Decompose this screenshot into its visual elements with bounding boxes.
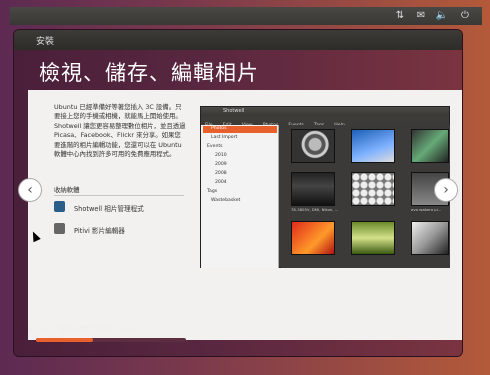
volume-icon[interactable]: 🔈 [434,9,450,23]
shotwell-icon [54,201,65,212]
photo-thumbnail [291,221,335,255]
divider [54,195,184,196]
status-text: 正在下載語言套件 (剩餘 13:03)... [38,325,145,333]
apps-section-title: 收納軟體 [54,186,80,194]
sidebar-item-2009: 2009 [215,162,227,167]
photo-caption: avo wabero pi... [411,207,442,212]
desktop-background: ⇅ ✉ 🔈 ⏻ 安裝 檢視、儲存、編輯相片 Ubuntu 已經準備好等著您插入 … [0,0,490,375]
photo-thumbnail [291,172,335,206]
next-slide-button[interactable]: › [434,178,458,202]
photo-thumbnail [291,129,335,163]
photo-thumbnail [351,172,395,206]
photo-thumbnail [411,129,449,163]
network-icon[interactable]: ⇅ [392,9,408,23]
photo-grid: 78-3805V, DMI, Nikon, ... avo wabero pi.… [281,125,450,268]
sidebar-item-2004: 2004 [215,180,227,185]
sidebar-item-last-import: Last Import [211,135,238,140]
sidebar-item-2010: 2010 [215,153,227,158]
window-title: 安裝 [36,37,55,47]
progress-fill [36,338,93,342]
app-item-shotwell: Shotwell 相片管理程式 [54,200,184,216]
photo-thumbnail [351,129,395,163]
shotwell-sidebar: Photos Last Import Events 2010 2009 2008… [201,125,279,268]
slide-content: Ubuntu 已經準備好等著您插入 3C 設備。只要接上您的手機或相機，就能馬上… [28,90,462,340]
power-icon[interactable]: ⏻ [457,9,473,23]
sidebar-item-photos: Photos [203,126,277,133]
photo-thumbnail [411,221,449,255]
previous-slide-button[interactable]: ‹ [18,178,42,202]
slide-heading: 檢視、儲存、編輯相片 [39,61,259,85]
photo-caption: 78-3805V, DMI, Nikon, ... [291,207,339,212]
top-panel: ⇅ ✉ 🔈 ⏻ [10,7,482,25]
app-label: Shotwell 相片管理程式 [74,205,144,213]
app-label: Pitivi 影片編輯器 [74,227,125,235]
pitivi-icon [54,223,65,234]
window-titlebar[interactable]: 安裝 [14,30,462,50]
expand-arrow-icon[interactable]: ▶ [28,325,33,332]
sidebar-item-events: Events [207,144,223,149]
sidebar-item-tags: Tags [207,189,218,194]
messaging-icon[interactable]: ✉ [413,9,429,23]
shotwell-screenshot: Shotwell File Edit View Photos Events Ta… [200,106,450,268]
install-status-bar: ▶ 正在下載語言套件 (剩餘 13:03)... [14,316,448,342]
installer-window: 安裝 檢視、儲存、編輯相片 Ubuntu 已經準備好等著您插入 3C 設備。只要… [14,30,462,356]
slide-description: Ubuntu 已經準備好等著您插入 3C 設備。只要接上您的手機或相機，就能馬上… [54,103,186,159]
shotwell-menubar: File Edit View Photos Events Tags Help [201,116,449,128]
photo-thumbnail [351,221,395,255]
sidebar-item-wastebasket: Wastebasket [211,198,241,203]
app-item-pitivi: Pitivi 影片編輯器 [54,222,184,238]
sidebar-item-2008: 2008 [215,171,227,176]
progress-bar [36,338,186,342]
